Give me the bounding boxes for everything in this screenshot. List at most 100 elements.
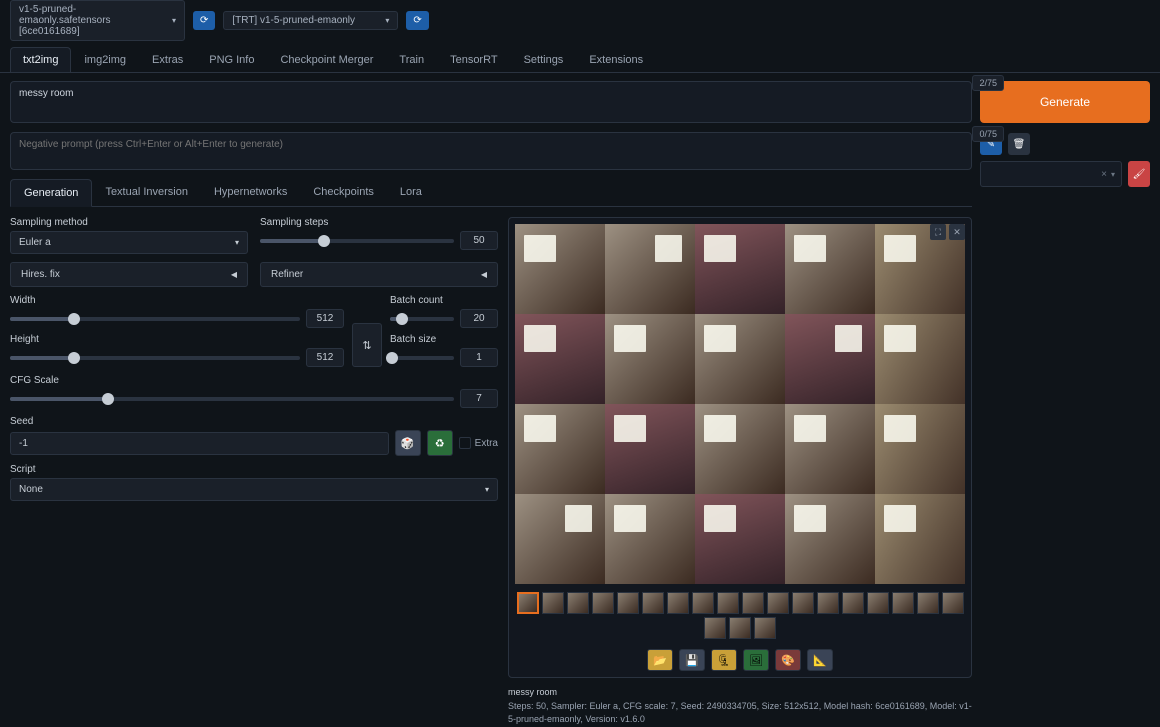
seed-label: Seed (10, 416, 498, 427)
subtab-lora[interactable]: Lora (387, 179, 435, 206)
caret-icon: ▾ (385, 16, 389, 25)
send-to-img2img-button[interactable]: 🖼 (743, 649, 769, 671)
cfg-value[interactable]: 7 (460, 389, 498, 408)
thumbnail[interactable] (717, 592, 739, 614)
thumbnail[interactable] (767, 592, 789, 614)
subtab-checkpoints[interactable]: Checkpoints (300, 179, 387, 206)
height-slider[interactable] (10, 356, 300, 360)
gallery-expand-button[interactable]: ⛶ (930, 224, 946, 240)
main-tabs: txt2imgimg2imgExtrasPNG InfoCheckpoint M… (0, 47, 1160, 73)
thumbnail[interactable] (742, 592, 764, 614)
tab-train[interactable]: Train (386, 47, 437, 72)
save-zip-button[interactable]: 🗜 (711, 649, 737, 671)
thumbnail[interactable] (942, 592, 964, 614)
swap-dimensions-button[interactable]: ⇅ (352, 323, 382, 367)
width-value[interactable]: 512 (306, 309, 344, 328)
thumbnail[interactable] (892, 592, 914, 614)
clear-button[interactable]: 🗑 (1008, 133, 1030, 155)
thumbnail[interactable] (704, 617, 726, 639)
thumbnail[interactable] (917, 592, 939, 614)
send-to-extras-button[interactable]: 📐 (807, 649, 833, 671)
tab-checkpoint-merger[interactable]: Checkpoint Merger (267, 47, 386, 72)
thumbnail[interactable] (542, 592, 564, 614)
tab-extensions[interactable]: Extensions (576, 47, 656, 72)
caret-icon: ▾ (235, 238, 239, 247)
thumbnail-strip (515, 592, 965, 639)
output-gallery: ⛶ ✕ 📂 💾 🗜 🖼 🎨 📐 (508, 217, 972, 678)
tab-png-info[interactable]: PNG Info (196, 47, 267, 72)
refiner-accordion[interactable]: Refiner◀ (260, 262, 498, 287)
subtab-textual-inversion[interactable]: Textual Inversion (92, 179, 201, 206)
sampling-steps-value[interactable]: 50 (460, 231, 498, 250)
thumbnail[interactable] (754, 617, 776, 639)
thumbnail[interactable] (592, 592, 614, 614)
open-folder-button[interactable]: 📂 (647, 649, 673, 671)
batch-size-label: Batch size (390, 334, 498, 345)
thumbnail[interactable] (842, 592, 864, 614)
thumbnail[interactable] (517, 592, 539, 614)
checkpoint-dropdown[interactable]: v1-5-pruned-emaonly.safetensors [6ce0161… (10, 0, 185, 41)
width-slider[interactable] (10, 317, 300, 321)
subtab-generation[interactable]: Generation (10, 179, 92, 207)
neg-prompt-counter: 0/75 (972, 126, 1004, 142)
sampling-method-label: Sampling method (10, 217, 248, 228)
triangle-left-icon: ◀ (231, 270, 237, 279)
refresh-vae-button[interactable]: ⟳ (406, 11, 428, 30)
gallery-close-button[interactable]: ✕ (949, 224, 965, 240)
tab-tensorrt[interactable]: TensorRT (437, 47, 510, 72)
tab-img2img[interactable]: img2img (71, 47, 139, 72)
sampling-steps-slider[interactable] (260, 239, 454, 243)
generate-button[interactable]: Generate (980, 81, 1150, 123)
sampling-method-select[interactable]: Euler a ▾ (10, 231, 248, 254)
caret-icon: ▾ (172, 16, 176, 25)
batch-count-label: Batch count (390, 295, 498, 306)
thumbnail[interactable] (667, 592, 689, 614)
caret-icon: ▾ (1111, 170, 1115, 179)
cfg-slider[interactable] (10, 397, 454, 401)
batch-size-value[interactable]: 1 (460, 348, 498, 367)
triangle-left-icon: ◀ (481, 270, 487, 279)
thumbnail[interactable] (867, 592, 889, 614)
styles-select[interactable]: × ▾ (980, 161, 1122, 187)
height-value[interactable]: 512 (306, 348, 344, 367)
width-label: Width (10, 295, 344, 306)
save-button[interactable]: 💾 (679, 649, 705, 671)
thumbnail[interactable] (792, 592, 814, 614)
seed-random-button[interactable]: 🎲 (395, 430, 421, 456)
thumbnail[interactable] (642, 592, 664, 614)
sub-tabs: GenerationTextual InversionHypernetworks… (10, 179, 972, 207)
generation-info: messy room Steps: 50, Sampler: Euler a, … (508, 686, 972, 727)
gallery-grid-image[interactable] (515, 224, 965, 584)
tab-settings[interactable]: Settings (511, 47, 577, 72)
hires-fix-accordion[interactable]: Hires. fix◀ (10, 262, 248, 287)
prompt-counter: 2/75 (972, 75, 1004, 91)
send-to-inpaint-button[interactable]: 🎨 (775, 649, 801, 671)
apply-style-button[interactable]: 🖌 (1128, 161, 1150, 187)
prompt-input[interactable] (10, 81, 972, 123)
cfg-label: CFG Scale (10, 375, 498, 386)
height-label: Height (10, 334, 344, 345)
seed-input[interactable] (10, 432, 389, 455)
tab-txt2img[interactable]: txt2img (10, 47, 71, 72)
seed-reuse-button[interactable]: ♻ (427, 430, 453, 456)
caret-icon: ▾ (485, 485, 489, 494)
script-label: Script (10, 464, 498, 475)
batch-count-slider[interactable] (390, 317, 454, 321)
thumbnail[interactable] (729, 617, 751, 639)
refresh-checkpoint-button[interactable]: ⟳ (193, 11, 215, 30)
checkpoint-value: v1-5-pruned-emaonly.safetensors [6ce0161… (19, 4, 164, 37)
thumbnail[interactable] (817, 592, 839, 614)
batch-size-slider[interactable] (390, 356, 454, 360)
script-select[interactable]: None ▾ (10, 478, 498, 501)
thumbnail[interactable] (567, 592, 589, 614)
sampling-steps-label: Sampling steps (260, 217, 498, 228)
subtab-hypernetworks[interactable]: Hypernetworks (201, 179, 300, 206)
close-icon: × (1101, 169, 1107, 180)
batch-count-value[interactable]: 20 (460, 309, 498, 328)
tab-extras[interactable]: Extras (139, 47, 196, 72)
thumbnail[interactable] (617, 592, 639, 614)
seed-extra-checkbox[interactable]: Extra (459, 437, 498, 449)
vae-dropdown[interactable]: [TRT] v1-5-pruned-emaonly ▾ (223, 11, 398, 30)
thumbnail[interactable] (692, 592, 714, 614)
negative-prompt-input[interactable] (10, 132, 972, 170)
